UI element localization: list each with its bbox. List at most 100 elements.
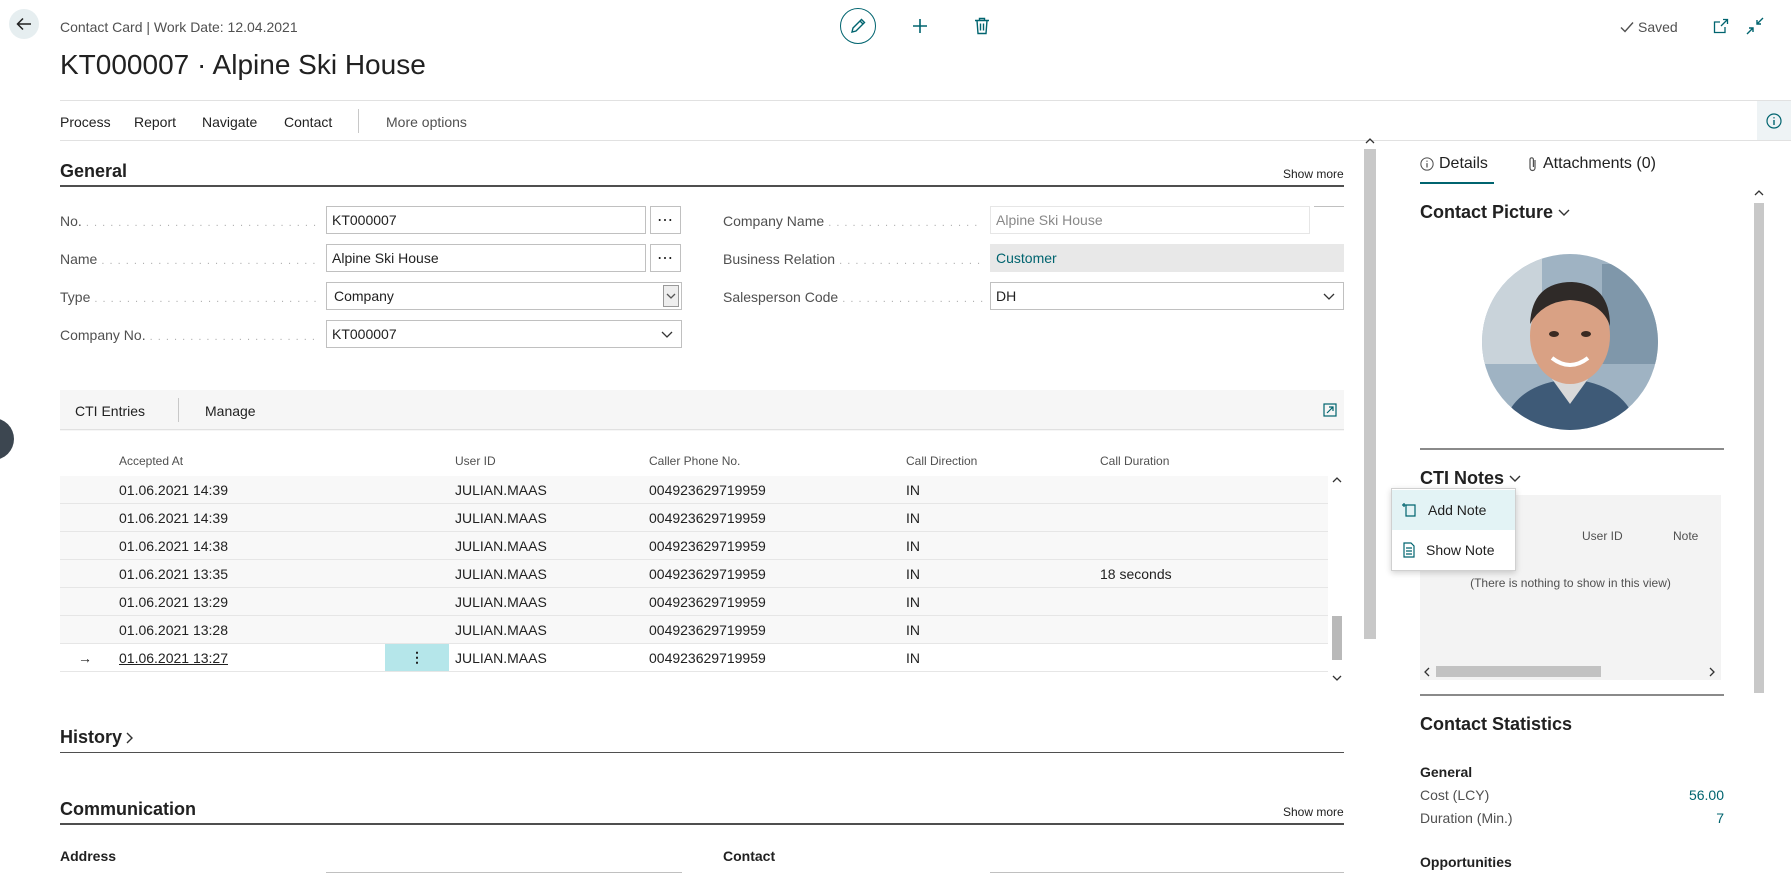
column-header-accepted-at[interactable]: Accepted At (119, 454, 183, 468)
notes-column-user-id[interactable]: User ID (1582, 529, 1623, 543)
page-vertical-scrollbar[interactable] (1364, 138, 1376, 873)
action-report[interactable]: Report (134, 114, 176, 130)
action-navigate[interactable]: Navigate (202, 114, 257, 130)
cell-user-id: JULIAN.MAAS (455, 566, 547, 582)
cti-entries-tab[interactable]: CTI Entries (75, 403, 145, 419)
duration-label: Duration (Min.) (1420, 810, 1513, 826)
back-button[interactable] (9, 9, 39, 39)
expand-icon (1323, 403, 1337, 417)
cti-manage-action[interactable]: Manage (205, 403, 256, 419)
cell-call-direction: IN (906, 482, 920, 498)
action-process[interactable]: Process (60, 114, 111, 130)
factbox-scroll-thumb[interactable] (1754, 203, 1764, 693)
factbox-vertical-scrollbar[interactable] (1752, 185, 1766, 873)
column-header-call-duration[interactable]: Call Duration (1100, 454, 1169, 468)
business-relation-label: Business Relation (723, 251, 983, 267)
general-section-title[interactable]: General (60, 161, 127, 182)
cti-notes-title[interactable]: CTI Notes (1420, 468, 1522, 489)
contact-picture-title-label: Contact Picture (1420, 202, 1554, 222)
duration-value[interactable]: 7 (1624, 810, 1724, 826)
open-new-window-button[interactable] (1710, 15, 1732, 37)
contact-statistics-title[interactable]: Contact Statistics (1420, 714, 1572, 735)
communication-show-more[interactable]: Show more (1283, 805, 1344, 819)
details-tab-label: Details (1439, 155, 1488, 172)
cell-call-direction: IN (906, 650, 920, 666)
no-field[interactable]: KT000007 (326, 206, 646, 234)
contact-picture-title[interactable]: Contact Picture (1420, 202, 1571, 223)
company-no-field[interactable]: KT000007 (326, 320, 682, 348)
table-row[interactable]: 01.06.2021 13:35 JULIAN.MAAS 0049236297199… (60, 560, 1328, 588)
action-more-options[interactable]: More options (386, 114, 467, 130)
cell-call-direction: IN (906, 594, 920, 610)
notes-scroll-thumb[interactable] (1436, 666, 1601, 677)
cti-expand-button[interactable] (1322, 402, 1338, 418)
history-section-line (60, 752, 1344, 753)
cell-call-direction: IN (906, 510, 920, 526)
salesperson-code-field[interactable]: DH (990, 282, 1344, 310)
pencil-icon (851, 18, 866, 33)
chevron-down-icon (1323, 293, 1335, 300)
type-label: Type (60, 289, 320, 305)
trash-icon (975, 17, 989, 35)
attachments-tab-label: Attachments (0) (1543, 155, 1656, 172)
cell-accepted-at: 01.06.2021 14:39 (119, 510, 228, 526)
chevron-down-icon (1558, 209, 1570, 216)
table-row[interactable]: 01.06.2021 14:39 JULIAN.MAAS 0049236297199… (60, 504, 1328, 532)
info-icon (1420, 157, 1434, 171)
general-show-more[interactable]: Show more (1283, 167, 1344, 181)
cell-caller-phone: 004923629719959 (649, 622, 766, 638)
column-header-user-id[interactable]: User ID (455, 454, 496, 468)
page-scroll-thumb[interactable] (1364, 149, 1376, 639)
details-tab[interactable]: Details (1420, 155, 1488, 173)
column-header-caller-phone[interactable]: Caller Phone No. (649, 454, 740, 468)
cell-caller-phone: 004923629719959 (649, 650, 766, 666)
stats-opportunities-heading: Opportunities (1420, 854, 1512, 870)
notes-horizontal-scrollbar[interactable] (1420, 663, 1721, 680)
chevron-down-icon (1509, 475, 1521, 482)
name-field[interactable]: Alpine Ski House (326, 244, 646, 272)
communication-section-title[interactable]: Communication (60, 799, 196, 820)
type-select[interactable]: Company (326, 282, 682, 310)
history-section-title[interactable]: History (60, 727, 135, 748)
cti-entries-part: CTI Entries Manage Accepted At User ID C… (60, 390, 1344, 683)
name-assist-button[interactable]: ⋯ (650, 244, 681, 272)
cti-scroll-thumb[interactable] (1332, 616, 1342, 660)
contact-group-label: Contact (723, 848, 776, 864)
scroll-up-icon (1332, 477, 1342, 483)
add-note-menu-item[interactable]: Add Note (1392, 490, 1515, 530)
company-name-assist-edge (1314, 206, 1344, 207)
side-handle[interactable] (0, 418, 14, 460)
cell-call-direction: IN (906, 566, 920, 582)
action-contact[interactable]: Contact (284, 114, 332, 130)
cell-accepted-at[interactable]: 01.06.2021 13:27 (119, 650, 228, 666)
table-row[interactable]: → ⋮ 01.06.2021 13:27 JULIAN.MAAS 00492362971… (60, 644, 1328, 672)
collapse-button[interactable] (1744, 15, 1766, 37)
company-no-label: Company No. (60, 327, 320, 343)
notes-column-note[interactable]: Note (1673, 529, 1698, 543)
cost-value[interactable]: 56.00 (1624, 787, 1724, 803)
business-relation-field[interactable]: Customer (990, 244, 1344, 272)
factbox-toggle-button[interactable] (1757, 101, 1791, 140)
no-assist-button[interactable]: ⋯ (650, 206, 681, 234)
table-row[interactable]: 01.06.2021 14:38 JULIAN.MAAS 0049236297199… (60, 532, 1328, 560)
show-note-menu-item[interactable]: Show Note (1392, 530, 1515, 570)
chevron-down-icon (666, 293, 676, 299)
cell-user-id: JULIAN.MAAS (455, 650, 547, 666)
table-row[interactable]: 01.06.2021 13:28 JULIAN.MAAS 0049236297199… (60, 616, 1328, 644)
save-status: Saved (1620, 19, 1678, 35)
row-actions-button[interactable]: ⋮ (385, 644, 449, 671)
table-row[interactable]: 01.06.2021 13:29 JULIAN.MAAS 0049236297199… (60, 588, 1328, 616)
attachments-tab[interactable]: Attachments (0) (1528, 155, 1656, 173)
new-button[interactable] (906, 12, 934, 40)
edit-button[interactable] (840, 8, 876, 44)
stats-general-heading: General (1420, 764, 1473, 780)
cell-caller-phone: 004923629719959 (649, 510, 766, 526)
delete-button[interactable] (968, 12, 996, 40)
column-header-call-direction[interactable]: Call Direction (906, 454, 977, 468)
table-row[interactable]: 01.06.2021 14:39 JULIAN.MAAS 0049236297199… (60, 476, 1328, 504)
cti-vertical-scrollbar[interactable] (1330, 476, 1343, 686)
add-note-icon (1402, 503, 1416, 517)
breadcrumb: Contact Card | Work Date: 12.04.2021 (60, 19, 298, 35)
scroll-right-icon (1709, 667, 1715, 677)
chevron-right-icon (126, 732, 134, 743)
